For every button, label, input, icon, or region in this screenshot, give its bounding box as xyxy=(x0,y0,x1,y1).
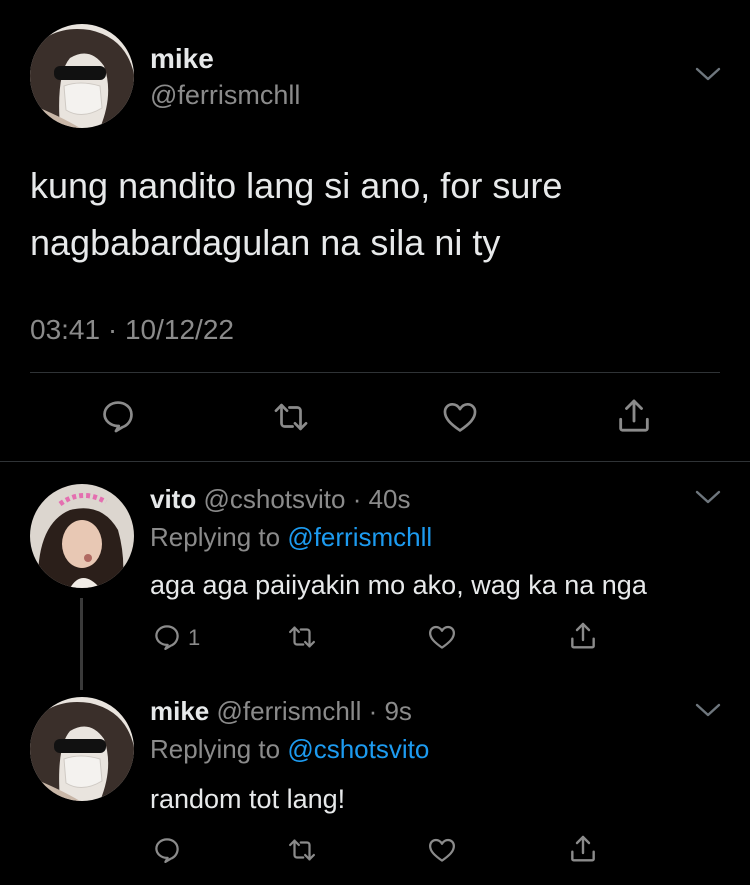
reply2-header[interactable]: mike @ferrismchll · 9s xyxy=(150,696,412,727)
chevron-down-icon[interactable] xyxy=(695,702,721,718)
reply-icon[interactable] xyxy=(152,835,182,865)
timestamp-separator: · xyxy=(107,314,118,345)
share-icon[interactable] xyxy=(614,396,654,436)
reply1-text: aga aga paiiyakin mo ako, wag ka na nga xyxy=(150,570,647,600)
divider xyxy=(0,461,750,462)
reply-icon[interactable] xyxy=(152,622,182,652)
reply1-display-name[interactable]: vito xyxy=(150,484,196,514)
reply2-handle[interactable]: @ferrismchll xyxy=(217,696,362,726)
reply1-handle[interactable]: @cshotsvito xyxy=(203,484,345,514)
like-icon[interactable] xyxy=(427,622,457,652)
main-handle[interactable]: @ferrismchll xyxy=(150,80,300,111)
chevron-down-icon[interactable] xyxy=(695,489,721,505)
main-tweet-text-line1: kung nandito lang si ano, for sure xyxy=(30,165,563,206)
thread-line xyxy=(80,598,83,690)
reply1-time[interactable]: · 40s xyxy=(353,484,411,514)
chevron-down-icon[interactable] xyxy=(695,66,721,82)
reply2-display-name[interactable]: mike xyxy=(150,696,209,726)
main-display-name[interactable]: mike xyxy=(150,43,214,75)
share-icon[interactable] xyxy=(567,833,599,865)
tweet-timestamp[interactable]: 03:41 · 10/12/22 xyxy=(30,314,234,346)
reply-count: 1 xyxy=(188,625,201,650)
reply1-replying-to: Replying to @ferrismchll xyxy=(150,522,432,553)
reply-icon[interactable] xyxy=(99,397,137,435)
reply2-time[interactable]: · 9s xyxy=(369,696,412,726)
like-icon[interactable] xyxy=(441,398,479,436)
reply2-text: random tot lang! xyxy=(150,784,346,814)
like-icon[interactable] xyxy=(427,835,457,865)
tweet-date: 10/12/22 xyxy=(124,314,234,345)
avatar-mike[interactable] xyxy=(30,24,134,128)
reply2-replying-to: Replying to @cshotsvito xyxy=(150,734,429,765)
replying-to-handle[interactable]: @ferrismchll xyxy=(287,522,432,552)
tweet-time: 03:41 xyxy=(30,314,101,345)
replying-to-label: Replying to xyxy=(150,522,281,552)
divider xyxy=(30,372,720,373)
retweet-icon[interactable] xyxy=(287,835,317,865)
reply1-header[interactable]: vito @cshotsvito · 40s xyxy=(150,484,411,515)
share-icon[interactable] xyxy=(567,620,599,652)
avatar-vito[interactable] xyxy=(30,484,134,588)
replying-to-label: Replying to xyxy=(150,734,281,764)
avatar-mike[interactable] xyxy=(30,697,134,801)
retweet-icon[interactable] xyxy=(287,622,317,652)
retweet-icon[interactable] xyxy=(272,398,310,436)
replying-to-handle[interactable]: @cshotsvito xyxy=(287,734,429,764)
main-tweet-text-line2: nagbabardagulan na sila ni ty xyxy=(30,222,501,263)
